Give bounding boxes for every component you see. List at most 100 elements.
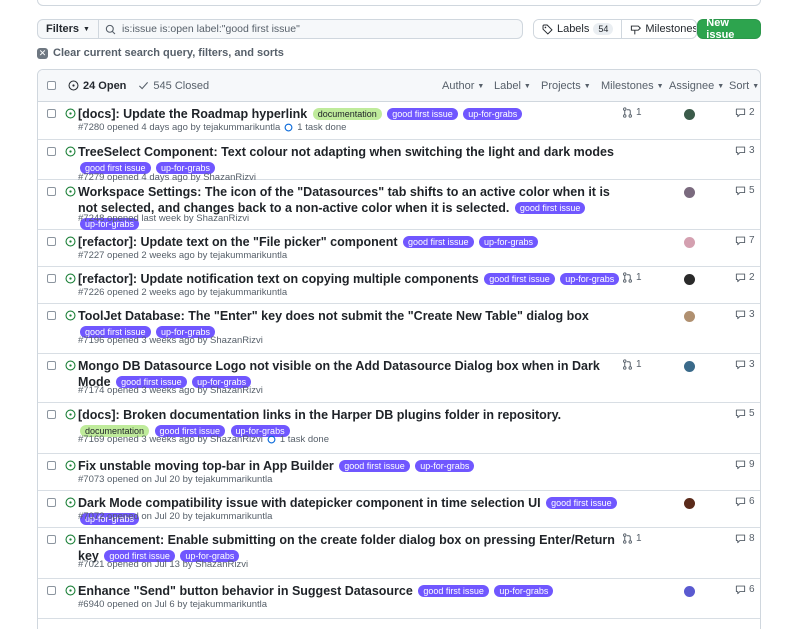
assignee-avatar[interactable] xyxy=(684,109,695,120)
new-issue-button[interactable]: New issue xyxy=(697,17,761,41)
clear-filters-link[interactable]: ✕ Clear current search query, filters, a… xyxy=(37,47,284,59)
issue-label[interactable]: up-for-grabs xyxy=(463,108,523,120)
issue-checkbox[interactable] xyxy=(47,410,56,419)
issue-title-link[interactable]: [refactor]: Update text on the "File pic… xyxy=(78,235,398,249)
issue-checkbox[interactable] xyxy=(47,147,56,156)
issue-checkbox[interactable] xyxy=(47,461,56,470)
issue-checkbox[interactable] xyxy=(47,187,56,196)
issue-row[interactable]: TreeSelect Component: Text colour not ad… xyxy=(38,140,760,183)
issue-label[interactable]: good first issue xyxy=(514,202,586,214)
issue-label[interactable]: up-for-grabs xyxy=(415,460,475,472)
select-all-checkbox[interactable] xyxy=(47,81,56,90)
issue-row[interactable]: Mongo DB Datasource Logo not visible on … xyxy=(38,354,760,403)
issue-label[interactable]: good first issue xyxy=(387,108,458,120)
labels-button[interactable]: Labels 54 xyxy=(533,20,622,38)
linked-pr[interactable]: 1 xyxy=(622,533,642,544)
issue-row[interactable]: [docs]: Update the Roadmap hyperlink doc… xyxy=(38,102,760,140)
comments-link[interactable]: 7 xyxy=(735,235,755,246)
comments-link[interactable]: 3 xyxy=(735,145,755,156)
issue-title-link[interactable]: [docs]: Broken documentation links in th… xyxy=(78,408,561,422)
issue-row[interactable]: Workspace Settings: The icon of the "Dat… xyxy=(38,180,760,230)
task-status: 1 task done xyxy=(279,434,329,445)
issue-label[interactable]: up-for-grabs xyxy=(560,273,620,285)
issue-meta-text: #7169 opened 3 weeks ago by ShazanRizvi xyxy=(78,434,263,445)
pull-request-icon xyxy=(623,272,632,283)
chevron-down-icon: ▼ xyxy=(83,25,90,33)
assignee-avatar[interactable] xyxy=(684,586,695,597)
issue-row[interactable]: ToolJet Database: The "Enter" key does n… xyxy=(38,304,760,354)
issue-row[interactable]: [refactor]: Update notification text on … xyxy=(38,267,760,304)
labels-label: Labels xyxy=(556,23,590,35)
issue-checkbox[interactable] xyxy=(47,109,56,118)
comments-link[interactable]: 9 xyxy=(735,459,755,470)
issue-row[interactable]: [refactor]: Update text on the "File pic… xyxy=(38,230,760,267)
chevron-down-icon: ▼ xyxy=(656,82,664,90)
issue-checkbox[interactable] xyxy=(47,274,56,283)
comments-link[interactable]: 6 xyxy=(735,584,755,595)
linked-pr[interactable]: 1 xyxy=(622,359,642,370)
issue-row[interactable]: Fix unstable moving top-bar in App Build… xyxy=(38,454,760,491)
closed-issues-tab[interactable]: 545 Closed xyxy=(138,80,209,92)
issue-title-link[interactable]: Dark Mode compatibility issue with datep… xyxy=(78,496,541,510)
comments-link[interactable]: 5 xyxy=(735,408,755,419)
issue-checkbox[interactable] xyxy=(47,237,56,246)
assignee-avatar[interactable] xyxy=(684,237,695,248)
issue-row[interactable]: [docs]: Broken documentation links in th… xyxy=(38,403,760,454)
assignee-avatar[interactable] xyxy=(684,311,695,322)
issue-checkbox[interactable] xyxy=(47,498,56,507)
issue-open-icon xyxy=(65,360,76,371)
author-filter[interactable]: Author ▼ xyxy=(442,80,484,92)
issue-row[interactable]: Enhance "Send" button behavior in Sugges… xyxy=(38,579,760,619)
issue-meta: #7021 opened on Jul 13 by ShazanRizvi xyxy=(78,559,248,570)
issue-checkbox[interactable] xyxy=(47,361,56,370)
projects-filter[interactable]: Projects ▼ xyxy=(541,80,591,92)
comments-link[interactable]: 6 xyxy=(735,496,755,507)
issue-row[interactable]: Dark Mode compatibility issue with datep… xyxy=(38,491,760,528)
comments-link[interactable]: 2 xyxy=(735,272,755,283)
comment-icon xyxy=(735,236,746,246)
filters-button[interactable]: Filters ▼ xyxy=(37,19,99,39)
comments-link[interactable]: 2 xyxy=(735,107,755,118)
issue-label[interactable]: good first issue xyxy=(339,460,410,472)
comments-link[interactable]: 3 xyxy=(735,309,755,320)
comments-link[interactable]: 8 xyxy=(735,533,755,544)
open-issues-tab[interactable]: 24 Open xyxy=(68,80,126,92)
issue-title-link[interactable]: [docs]: Update the Roadmap hyperlink xyxy=(78,107,307,121)
chevron-down-icon: ▼ xyxy=(477,82,485,90)
issue-title-link[interactable]: TreeSelect Component: Text colour not ad… xyxy=(78,145,614,159)
assignee-filter[interactable]: Assignee ▼ xyxy=(669,80,724,92)
issue-row[interactable]: Enhancement: Enable submitting on the cr… xyxy=(38,528,760,579)
issue-label[interactable]: up-for-grabs xyxy=(494,585,554,597)
label-filter[interactable]: Label ▼ xyxy=(494,80,531,92)
issue-label[interactable]: good first issue xyxy=(484,273,555,285)
search-input[interactable] xyxy=(121,23,522,35)
milestones-button[interactable]: Milestones 7 xyxy=(621,20,697,38)
issue-label[interactable]: documentation xyxy=(312,108,382,120)
issue-label[interactable]: good first issue xyxy=(418,585,489,597)
pull-request-icon xyxy=(623,533,632,544)
comments-count: 3 xyxy=(749,309,755,320)
assignee-avatar[interactable] xyxy=(684,274,695,285)
assignee-avatar[interactable] xyxy=(684,187,695,198)
assignee-avatar[interactable] xyxy=(684,498,695,509)
issue-title-link[interactable]: Enhance "Send" button behavior in Sugges… xyxy=(78,584,413,598)
comments-link[interactable]: 5 xyxy=(735,185,755,196)
issue-checkbox[interactable] xyxy=(47,535,56,544)
issue-open-icon xyxy=(65,236,76,247)
issue-label[interactable]: good first issue xyxy=(403,236,474,248)
sort-filter[interactable]: Sort ▼ xyxy=(729,80,759,92)
issue-label[interactable]: good first issue xyxy=(546,497,617,509)
linked-pr[interactable]: 1 xyxy=(622,272,642,283)
issue-checkbox[interactable] xyxy=(47,311,56,320)
linked-pr[interactable]: 1 xyxy=(622,107,642,118)
issue-title-line: [refactor]: Update text on the "File pic… xyxy=(78,234,620,250)
milestones-filter[interactable]: Milestones ▼ xyxy=(601,80,664,92)
issue-title-link[interactable]: ToolJet Database: The "Enter" key does n… xyxy=(78,309,589,323)
search-box[interactable] xyxy=(98,19,523,39)
issue-checkbox[interactable] xyxy=(47,586,56,595)
issue-title-link[interactable]: Fix unstable moving top-bar in App Build… xyxy=(78,459,334,473)
comments-link[interactable]: 3 xyxy=(735,359,755,370)
issue-label[interactable]: up-for-grabs xyxy=(479,236,539,248)
issue-title-link[interactable]: [refactor]: Update notification text on … xyxy=(78,272,479,286)
assignee-avatar[interactable] xyxy=(684,361,695,372)
